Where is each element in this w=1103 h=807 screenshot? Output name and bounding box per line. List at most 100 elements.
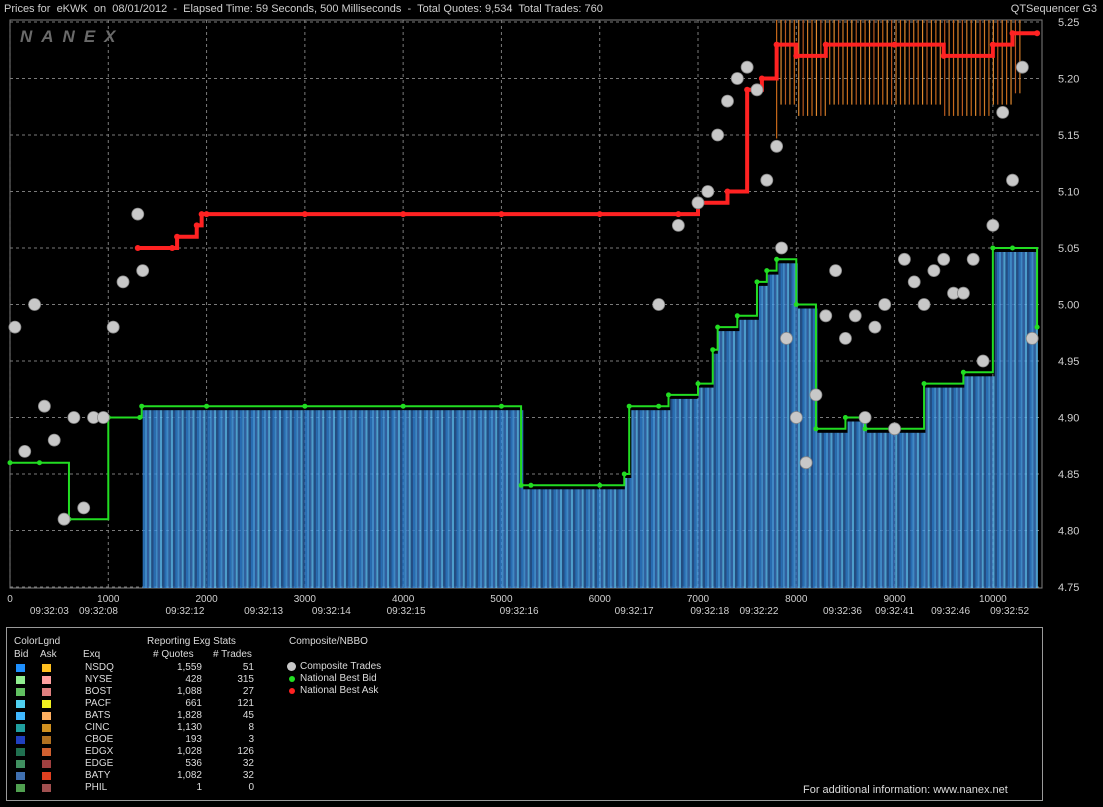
depth-bar <box>469 410 472 588</box>
exchange-quotes: 193 <box>185 734 202 745</box>
depth-bar <box>395 410 398 588</box>
depth-bar <box>419 410 422 588</box>
y-tick-label: 5.05 <box>1058 243 1079 255</box>
depth-bar <box>884 432 887 588</box>
depth-bar <box>447 410 450 588</box>
depth-bar <box>441 410 444 588</box>
depth-bar <box>462 410 465 588</box>
depth-bar <box>598 489 602 588</box>
ask-point <box>744 86 751 93</box>
depth-bar <box>330 410 334 588</box>
y-tick-label: 5.15 <box>1058 130 1079 142</box>
depth-bar <box>246 410 249 588</box>
time-label: 09:32:18 <box>690 606 729 617</box>
depth-bar <box>704 387 708 588</box>
trade-point <box>927 264 941 278</box>
depth-bar <box>681 398 684 588</box>
depth-bar <box>678 398 682 588</box>
depth-bar <box>242 410 245 588</box>
trade-point <box>996 106 1010 119</box>
bid-point <box>842 415 848 420</box>
depth-bar <box>581 489 584 588</box>
depth-bar <box>196 410 199 588</box>
exchange-quotes: 661 <box>185 698 202 709</box>
depth-bar <box>311 410 314 588</box>
trade-point <box>701 185 715 198</box>
ask-point <box>134 245 141 251</box>
depth-bar <box>367 410 370 588</box>
depth-bar <box>244 410 247 588</box>
depth-bar <box>800 308 803 588</box>
depth-bar <box>557 489 561 588</box>
depth-bar <box>412 410 416 588</box>
depth-bar <box>743 319 747 588</box>
depth-bar <box>730 331 734 588</box>
bid-color-swatch <box>16 784 25 792</box>
depth-bar <box>994 252 997 588</box>
depth-bar <box>177 410 180 588</box>
depth-bar <box>415 410 418 588</box>
depth-bar <box>259 410 262 588</box>
depth-bar <box>365 410 368 588</box>
depth-bar <box>201 410 204 588</box>
bid-color-swatch <box>16 688 25 696</box>
depth-bar <box>402 410 405 588</box>
depth-bar <box>205 410 208 588</box>
ask-point <box>758 75 765 82</box>
depth-bar <box>454 410 457 588</box>
depth-bar <box>804 308 807 588</box>
depth-bar <box>862 421 865 588</box>
depth-bar <box>458 410 461 588</box>
depth-bar <box>209 410 212 588</box>
exchange-name: BOST <box>85 686 113 697</box>
depth-bar <box>326 410 329 588</box>
depth-bar <box>248 410 251 588</box>
watermark-logo: NANEX <box>20 27 125 46</box>
depth-bar <box>534 489 537 588</box>
exchange-trades: 3 <box>248 734 254 745</box>
depth-bar <box>1018 252 1021 588</box>
depth-bar <box>434 410 437 588</box>
depth-bar <box>691 398 695 588</box>
depth-bar <box>676 398 679 588</box>
depth-bar <box>973 376 976 588</box>
depth-bar <box>337 410 340 588</box>
depth-bar <box>901 432 904 588</box>
ask-point <box>301 211 308 218</box>
depth-bar <box>832 432 835 588</box>
depth-bar <box>183 410 186 588</box>
depth-bar <box>421 410 424 588</box>
depth-bar <box>564 489 567 588</box>
depth-bar <box>570 489 574 588</box>
depth-bar <box>622 489 625 588</box>
trade-point <box>8 320 22 334</box>
ask-point <box>203 211 210 218</box>
bid-point <box>793 302 799 307</box>
footer-link-text: For additional information: www.nanex.ne… <box>803 784 1008 796</box>
depth-bar <box>332 410 336 588</box>
depth-bar <box>263 410 266 588</box>
depth-bar <box>276 410 279 588</box>
depth-bar <box>953 387 956 588</box>
depth-bar <box>166 410 169 588</box>
depth-bar <box>283 410 286 588</box>
depth-bar <box>1031 252 1034 588</box>
depth-bar <box>821 432 824 588</box>
depth-bar <box>797 308 801 588</box>
depth-bar <box>640 410 643 588</box>
bid-point <box>400 403 406 409</box>
depth-bar <box>745 319 749 588</box>
depth-bar <box>877 432 881 588</box>
trade-point <box>1006 173 1019 187</box>
depth-bar <box>1022 252 1025 588</box>
exchange-quotes: 428 <box>185 674 202 685</box>
trade-point <box>937 252 951 266</box>
depth-bar <box>216 410 219 588</box>
ask-point <box>675 211 682 218</box>
depth-bar <box>990 376 993 588</box>
depth-bar <box>771 274 775 588</box>
depth-bar <box>425 410 429 588</box>
depth-bar <box>350 410 353 588</box>
depth-bar <box>281 410 284 588</box>
bid-point <box>656 403 662 409</box>
